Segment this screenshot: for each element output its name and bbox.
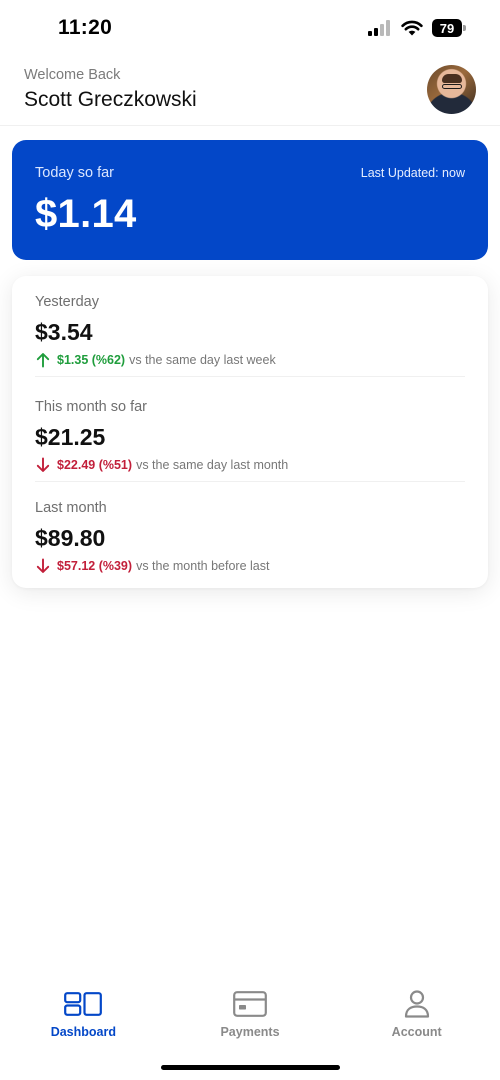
change-suffix: vs the same day last week — [129, 353, 276, 367]
stat-title: This month so far — [35, 399, 148, 415]
person-icon — [404, 990, 430, 1018]
today-label: Today so far — [35, 165, 114, 181]
nav-item-dashboard[interactable]: Dashboard — [0, 980, 167, 1050]
stat-title: Last month — [35, 500, 107, 516]
arrow-down-icon — [36, 558, 50, 573]
nav-label-account: Account — [391, 1025, 442, 1039]
stat-row-yesterday: Yesterday $3.54 $1.35 (%62) vs the same … — [35, 276, 465, 377]
stat-change: $22.49 (%51) vs the same day last month — [35, 457, 288, 473]
nav-label-payments: Payments — [220, 1025, 280, 1039]
change-suffix: vs the same day last month — [136, 458, 289, 472]
stat-amount: $3.54 — [35, 319, 93, 345]
battery-level: 79 — [439, 20, 455, 36]
today-amount: $1.14 — [35, 192, 137, 236]
welcome-text: Welcome Back — [24, 67, 121, 83]
battery-cap — [463, 25, 466, 31]
cellular-signal-icon — [368, 20, 390, 36]
arrow-down-icon — [36, 457, 50, 472]
user-name: Scott Greczkowski — [24, 88, 197, 111]
stat-amount: $89.80 — [35, 525, 106, 551]
avatar-hair — [442, 74, 462, 83]
stats-card: Yesterday $3.54 $1.35 (%62) vs the same … — [12, 276, 488, 588]
nav-item-account[interactable]: Account — [333, 980, 500, 1050]
status-bar: 11:20 79 — [0, 0, 500, 58]
status-icons: 79 — [368, 19, 466, 37]
wifi-icon — [401, 20, 423, 36]
stat-row-last-month: Last month $89.80 $57.12 (%39) vs the mo… — [35, 482, 465, 583]
home-indicator[interactable] — [161, 1065, 340, 1070]
stat-change: $1.35 (%62) vs the same day last week — [35, 352, 276, 368]
avatar[interactable] — [427, 65, 476, 114]
stat-title: Yesterday — [35, 294, 99, 310]
dashboard-screen: 11:20 79 Welcome Back Scott Greczkowski — [0, 0, 500, 1080]
stat-row-this-month: This month so far $21.25 $22.49 (%51) vs… — [35, 381, 465, 482]
change-value: $22.49 (%51) — [57, 458, 133, 472]
dashboard-icon — [64, 990, 103, 1018]
battery-icon: 79 — [432, 19, 466, 37]
arrow-up-icon — [36, 353, 50, 368]
last-updated: Last Updated: now — [360, 166, 465, 180]
credit-card-icon — [233, 990, 267, 1018]
status-time: 11:20 — [58, 16, 113, 39]
avatar-glasses — [442, 84, 462, 89]
today-card: Today so far Last Updated: now $1.14 — [12, 140, 488, 260]
header: Welcome Back Scott Greczkowski — [0, 58, 500, 126]
change-value: $1.35 (%62) — [57, 353, 126, 367]
stat-change: $57.12 (%39) vs the month before last — [35, 558, 269, 574]
change-suffix: vs the month before last — [136, 559, 270, 573]
bottom-nav: Dashboard Payments Account — [0, 980, 500, 1050]
nav-item-payments[interactable]: Payments — [167, 980, 334, 1050]
change-value: $57.12 (%39) — [57, 559, 133, 573]
stat-amount: $21.25 — [35, 424, 106, 450]
nav-label-dashboard: Dashboard — [50, 1025, 116, 1039]
